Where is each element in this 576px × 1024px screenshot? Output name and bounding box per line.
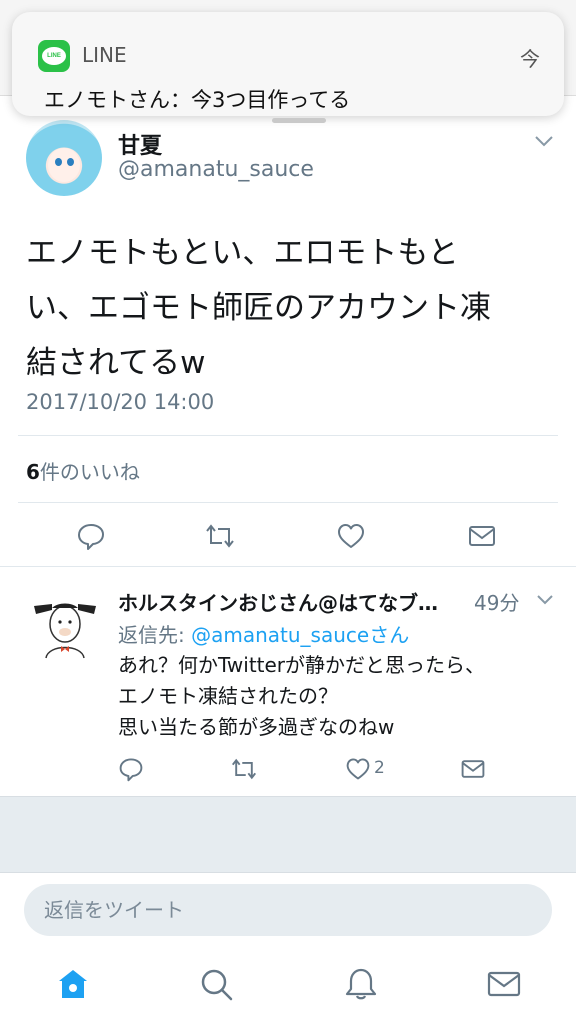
tweet-text-line: い、エゴモト師匠のアカウント凍 (26, 290, 491, 326)
reply-author-name[interactable]: ホルスタインおじさん@はてなブ… (118, 587, 464, 616)
line-app-icon: LINE (38, 40, 70, 72)
reply-author-avatar[interactable] (30, 594, 100, 664)
share-dm-button[interactable] (467, 521, 497, 551)
likes-count: 6 (26, 460, 40, 484)
divider (18, 435, 558, 436)
author-screen-name[interactable]: @amanatu_sauce (118, 157, 314, 182)
heart-icon (346, 758, 370, 780)
reply-to-line: 返信先: @amanatu_sauceさん (118, 619, 409, 648)
reply-text-line: 思い当たる節が多過ぎなのねw (118, 715, 395, 739)
reply-reply-button[interactable] (118, 756, 144, 782)
retweet-icon (206, 524, 234, 548)
author-avatar[interactable] (26, 120, 102, 196)
tab-messages[interactable] (486, 966, 522, 1002)
reply-timestamp: 49分 (474, 591, 520, 615)
notification-drag-handle[interactable] (272, 118, 326, 123)
tab-home[interactable] (55, 966, 91, 1002)
author-display-name[interactable]: 甘夏 (118, 128, 162, 160)
avatar-eye (67, 158, 74, 166)
chevron-down-icon[interactable] (534, 134, 554, 148)
tweet-text-line: 結されてるw (26, 345, 206, 381)
line-logo: LINE (42, 47, 66, 65)
empty-timeline-area (0, 796, 576, 872)
like-button[interactable] (336, 521, 366, 551)
notification-app-name: LINE (82, 43, 127, 67)
envelope-icon (461, 760, 485, 778)
tweet-text: エノモトもとい、エロモトもと い、エゴモト師匠のアカウント凍 結されてるw (26, 226, 546, 391)
reply-retweet-button[interactable] (231, 756, 257, 782)
home-icon (59, 970, 87, 998)
reply-button[interactable] (76, 521, 106, 551)
tab-notifications[interactable] (343, 966, 379, 1002)
envelope-icon (469, 526, 495, 546)
tab-search[interactable] (198, 966, 234, 1002)
section-divider (0, 566, 576, 567)
likes-count-link[interactable]: 6件のいいね (26, 456, 140, 485)
divider (18, 502, 558, 503)
reply-text-line: あれ？何かTwitterが静かだと思ったら、 (118, 653, 486, 677)
notification-time: 今 (520, 47, 540, 71)
envelope-icon (487, 971, 521, 997)
reply-icon (78, 524, 104, 550)
notification-message: エノモトさん：今3つ目作ってる (44, 88, 351, 112)
tweet-timestamp: 2017/10/20 14:00 (26, 390, 215, 414)
avatar-eye (55, 158, 62, 166)
retweet-icon (231, 758, 257, 780)
heart-icon (338, 524, 364, 548)
reply-compose-input[interactable]: 返信をツイート (24, 884, 552, 936)
reply-icon (119, 758, 143, 782)
reply-text-line: エノモト凍結されたの？ (118, 684, 338, 708)
likes-label: 件のいいね (39, 460, 140, 484)
reply-to-prefix: 返信先: (118, 623, 192, 647)
line-notification-banner[interactable]: LINE LINE 今 エノモトさん：今3つ目作ってる (12, 12, 564, 123)
reply-text: あれ？何かTwitterが静かだと思ったら、 エノモト凍結されたの？ 思い当たる… (118, 650, 548, 743)
reply-to-mention[interactable]: @amanatu_sauce (191, 623, 369, 647)
bell-icon (345, 968, 377, 1000)
avatar-face (48, 148, 80, 182)
reply-to-suffix: さん (369, 623, 410, 647)
retweet-button[interactable] (205, 521, 235, 551)
tweet-text-line: エノモトもとい、エロモトもと (26, 235, 459, 271)
reply-like-button[interactable] (345, 756, 371, 782)
reply-dm-button[interactable] (460, 756, 486, 782)
search-icon (201, 969, 233, 1001)
reply-like-count: 2 (374, 758, 385, 778)
chevron-down-icon[interactable] (536, 594, 554, 606)
